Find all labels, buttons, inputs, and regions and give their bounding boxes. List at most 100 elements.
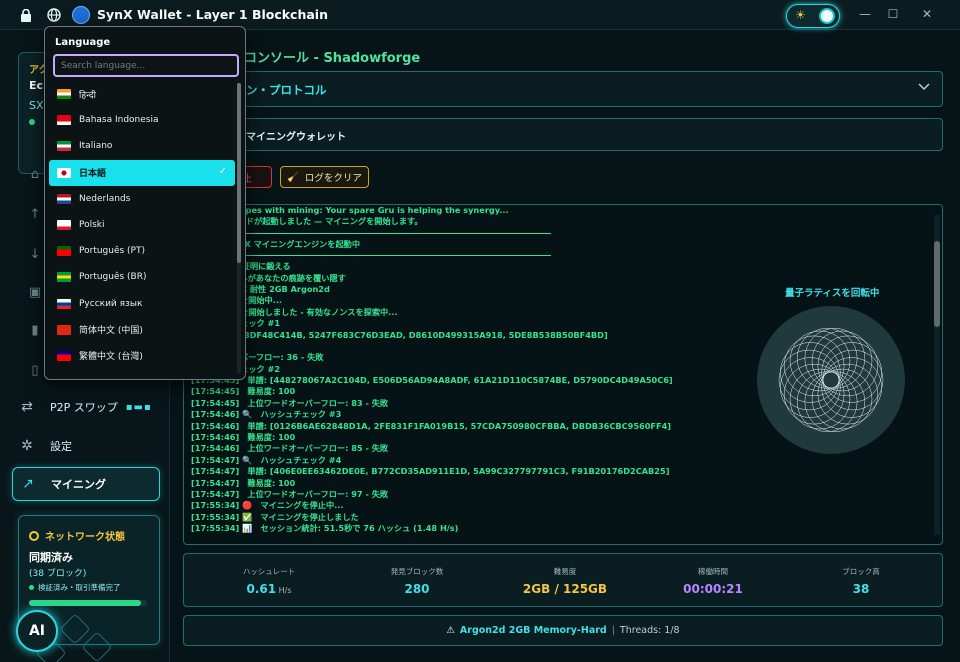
app-title: SynX Wallet - Layer 1 Blockchain (97, 7, 328, 22)
flag-icon (57, 167, 71, 178)
quantum-lattice-visual (757, 306, 905, 454)
sun-icon: ☀ (795, 8, 806, 22)
shield-logo-icon (72, 6, 90, 24)
language-option[interactable]: Português (PT) (49, 238, 235, 264)
language-search-input[interactable] (53, 54, 239, 77)
mining-wallet-field[interactable]: マイニングウォレット (183, 118, 943, 151)
log-line: [17:54:46] 単譜: [0126B6AE62848D1A, 2FE831… (191, 420, 672, 431)
language-option[interactable]: Bahasa Indonesia (49, 107, 235, 133)
stat-label: 発見ブロック数 (390, 567, 444, 576)
network-title: ネットワーク状態 (29, 528, 125, 543)
maximize-button[interactable]: ☐ (882, 4, 904, 24)
log-line: ハッシュチェック #1 (199, 318, 281, 329)
lattice-title: 量子ラティスを回転中 (785, 288, 880, 299)
wallet-icon[interactable]: ▯ (27, 362, 43, 378)
language-label: Русский язык (79, 298, 143, 309)
stat-label: ハッシュレート (242, 567, 296, 576)
log-line: マイニングを開始しました - 有効なノンスを探索中... (191, 306, 398, 317)
lock-icon[interactable] (17, 6, 35, 24)
account-symbol: SX (29, 99, 44, 112)
log-line: dra] 貢献ヘッドが起動しました — マイニングを開始します。 (191, 216, 423, 227)
language-option[interactable]: हिन्दी (49, 81, 235, 107)
mining-wallet-label: マイニングウォレット (246, 132, 346, 143)
protocol-label: ン・プロトコル (246, 83, 327, 97)
check-icon: ✓ (218, 165, 227, 177)
minimize-button[interactable]: — (854, 4, 876, 24)
sidebar-item-settings[interactable]: ✲ 設定 (12, 429, 160, 463)
language-scrollbar[interactable] (237, 83, 241, 373)
language-option[interactable]: 日本語 ✓ (49, 159, 235, 186)
online-dot (29, 119, 35, 125)
flag-icon (57, 246, 71, 257)
verified-status: 検証済み・取引準備完了 (29, 582, 121, 593)
flag-icon (57, 324, 71, 335)
account-name: Ec (29, 79, 44, 92)
log-line: ノンス探索を開始中... (191, 295, 751, 306)
flag-icon (57, 115, 71, 126)
stat-value: 38 (852, 582, 870, 596)
stat-unit: H/s (276, 586, 292, 595)
language-option[interactable]: 繁體中文 (台灣) (49, 343, 235, 369)
log-line: PU のみ ASIC 耐性 2GB Argon2d (191, 283, 330, 294)
sync-progress-fill (29, 600, 142, 606)
flag-icon (57, 89, 71, 100)
stat-value: 00:00:21 (683, 582, 743, 596)
sidebar-item-mining[interactable]: ↗ マイニング (12, 467, 160, 501)
log-line: SerendipityX マイニングエンジンを起動中 (191, 238, 361, 249)
stat-label: ブロック高 (842, 567, 880, 576)
sidebar-item-p2p[interactable]: ⇄ P2P スワップ ▪▬▪ (12, 390, 160, 424)
history-icon[interactable]: ▣ (27, 284, 43, 300)
flag-icon (57, 272, 71, 283)
log-line: 位ワードオーバーフロー: 36 - 失敗 (191, 352, 324, 363)
language-label: 日本語 (79, 169, 107, 180)
close-button[interactable]: ✕ (916, 4, 938, 24)
ai-assistant-button[interactable]: AI (16, 610, 58, 652)
log-line: [17:54:47] 難易度: 100 (191, 477, 296, 488)
swap-icon: ⇄ (21, 399, 33, 415)
language-option[interactable]: Português (BR) (49, 264, 235, 290)
language-option[interactable]: 简体中文 (中国) (49, 317, 235, 343)
stat-item: ブロック高 38 (791, 566, 931, 596)
log-line: [17:55:34] ✅ マイニングを停止しました (191, 511, 359, 522)
language-scrollbar-thumb[interactable] (237, 83, 241, 263)
log-line: [17:55:34] 🔴 マイニングを停止中... (191, 500, 344, 511)
language-label: Italiano (79, 141, 113, 152)
stat-value: 2GB / 125GB (522, 582, 608, 596)
language-option[interactable]: Polski (49, 212, 235, 238)
language-title: Language (55, 37, 111, 48)
console-scrollbar[interactable] (934, 215, 940, 535)
mining-console: rted — groupes with mining: Your spare G… (183, 204, 943, 545)
stat-value: 280 (404, 582, 430, 596)
chart-icon[interactable]: ▮ (27, 322, 43, 338)
receive-icon[interactable]: ↓ (27, 246, 43, 262)
globe-icon[interactable] (45, 6, 63, 24)
language-option[interactable]: Nederlands (49, 186, 235, 212)
home-icon[interactable]: ⌂ (27, 166, 43, 182)
sync-status: 同期済み (29, 551, 73, 564)
log-line: [17:54:45] 難易度: 100 (191, 386, 296, 397)
toggle-knob (819, 8, 835, 24)
clear-log-button[interactable]: 🧹 ログをクリア (280, 166, 369, 188)
theme-toggle[interactable]: ☀ (786, 4, 840, 28)
language-label: Nederlands (79, 193, 131, 204)
ready-dot (29, 585, 34, 590)
status-ring-icon (29, 530, 39, 541)
log-line: べてのサイクルがあなたの痕跡を覆い隠す (191, 272, 346, 283)
log-line: [17:54:47] 上位ワードオーバーフロー: 97 - 失敗 (191, 488, 389, 499)
stat-item: 発見ブロック数 280 (347, 566, 487, 596)
console-scrollbar-thumb[interactable] (934, 241, 940, 327)
stat-item: ハッシュレート 0.61 H/s (199, 566, 339, 596)
protocol-selector[interactable]: ン・プロトコル (183, 71, 943, 107)
p2p-label: P2P スワップ (50, 401, 118, 414)
chevron-down-icon (918, 80, 930, 94)
language-option[interactable]: Русский язык (49, 291, 235, 317)
log-line: [17:54:47] 単譜: [406E0EE63462DE0E, B772CD… (191, 466, 670, 477)
send-icon[interactable]: ↑ (27, 206, 43, 222)
language-label: हिन्दी (79, 90, 97, 101)
log-line: [17:54:46] 上位ワードオーバーフロー: 85 - 失敗 (191, 443, 389, 454)
clear-log-label: ログをクリア (304, 173, 362, 184)
language-option[interactable]: Italiano (49, 133, 235, 159)
log-line: [17:54:45] 上位ワードオーバーフロー: 83 - 失敗 (191, 397, 389, 408)
algorithm-info: ⚠ Argon2d 2GB Memory-Hard | Threads: 1/8 (183, 615, 943, 646)
log-line: [17:54:45] 単譜: [448278067A2C104D, E506D5… (191, 375, 673, 386)
